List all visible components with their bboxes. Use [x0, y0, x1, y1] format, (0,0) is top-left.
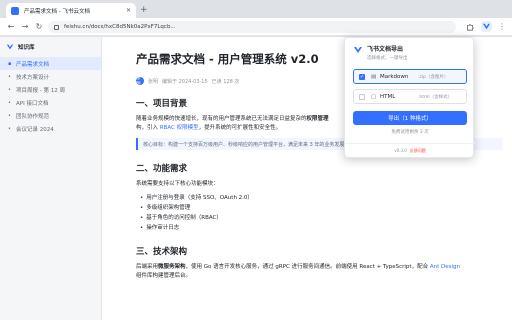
address-bar[interactable]: feishu.cn/docs/hxC8d5Nk0a2PxF7Lqcb... [48, 21, 456, 33]
doc-icon: • [8, 125, 11, 132]
bold-text: 微服务架构 [158, 264, 186, 270]
sidebar-item-label: API 接口文档 [16, 100, 49, 107]
rbac-link[interactable]: RBAC 权限模型 [160, 125, 199, 131]
paragraph-text: ，使用 Go 语言开发核心服务，通过 gRPC 进行服务间通信。前端使用 Rea… [185, 264, 430, 270]
toolbar-actions: ⋮ [464, 21, 506, 32]
paragraph-text: 构，引入 [136, 125, 160, 131]
checkbox-unchecked-icon[interactable] [359, 93, 365, 100]
format-option-markdown[interactable]: ✓ ▤ Markdown .zip（含图片） [353, 69, 467, 84]
version-text: v0.3.0 [394, 148, 407, 153]
section-heading-architecture: 三、技术架构 [136, 247, 188, 257]
sidebar-doc-list: ▪ 产品需求文档 • 技术方案设计 • 项目周报 - 第 12 周 • API 接口文档… [0, 57, 101, 135]
back-icon[interactable]: ← [4, 22, 18, 31]
forward-icon[interactable]: → [18, 22, 32, 31]
knowledge-base-header: 知识库 [0, 37, 101, 51]
export-button[interactable]: 导出（1 种格式） [353, 111, 467, 125]
tab-close-icon[interactable]: ✕ [126, 7, 131, 14]
sidebar-item-team-guide[interactable]: • 团队协作规范 [0, 109, 101, 122]
doc-icon: ▪ [8, 60, 12, 67]
author-avatar: 张明 [136, 76, 144, 87]
doc-icon: • [8, 99, 11, 106]
view-count: 已读 128 次 [211, 78, 240, 85]
edited-time: 编辑于 2024-03-15 [162, 78, 208, 85]
popup-subtitle: 选择格式，一键导出 [367, 56, 408, 61]
sidebar-item-label: 技术方案设计 [16, 74, 50, 81]
list-item: 基于角色的访问控制（RBAC） [136, 213, 502, 223]
format-extension: .html（含样式） [418, 94, 453, 100]
feishu-logo-icon [354, 47, 362, 53]
trial-quota-text: 免费试用剩余 3 次 [391, 130, 429, 135]
sidebar-item-api-docs[interactable]: • API 接口文档 [0, 96, 101, 109]
feature-list: 用户注册与登录（支持 SSO、OAuth 2.0） 多级组织架构管理 基于角色的… [136, 193, 502, 233]
paragraph-text: 组件库构建管理后台。 [136, 273, 192, 279]
format-label: HTML [380, 93, 396, 100]
doc-icon: • [8, 112, 11, 119]
format-label: Markdown [380, 73, 409, 80]
sidebar: 知识库 ▪ 产品需求文档 • 技术方案设计 • 项目周报 - 第 12 周 • API … [0, 37, 102, 320]
bold-text: 权限管理 [306, 116, 329, 122]
export-extension-popup: 飞书文档导出 选择格式，一键导出 ✓ ▤ Markdown .zip（含图片） … [344, 37, 475, 158]
format-extension: .zip（含图片） [418, 74, 449, 80]
sidebar-item-label: 团队协作规范 [16, 113, 50, 120]
markdown-icon: ▤ [371, 73, 377, 80]
sidebar-item-label: 会议记录 2024 [16, 126, 54, 133]
feishu-favicon-icon [11, 6, 19, 15]
section-heading-features: 二、功能需求 [136, 164, 188, 174]
paragraph-architecture: 后端采用微服务架构，使用 Go 语言开发核心服务，通过 gRPC 进行服务间通信… [136, 263, 502, 281]
site-info-icon[interactable] [54, 24, 59, 30]
sidebar-item-weekly-report[interactable]: • 项目周报 - 第 12 周 [0, 83, 101, 96]
popup-footer: v0.3.0 反馈问题 [345, 143, 475, 154]
list-item: 用户注册与登录（支持 SSO、OAuth 2.0） [136, 193, 502, 203]
url-text[interactable]: feishu.cn/docs/hxC8d5Nk0a2PxF7Lqcb... [64, 24, 176, 30]
reload-icon[interactable]: ↻ [32, 22, 46, 31]
author-name[interactable]: 张明 [148, 78, 158, 85]
new-tab-button[interactable]: + [140, 4, 148, 16]
feishu-export-extension-icon[interactable] [481, 21, 492, 32]
paragraph-text: 随着业务规模的快速增长，现有的用户管理系统已无法满足日益复杂的 [136, 116, 307, 122]
callout-text: 核心目标：构建一个支持百万级用户、秒级响应的用户管理平台，满足未来 3 年的业务… [143, 142, 360, 148]
sidebar-item-tech-design[interactable]: • 技术方案设计 [0, 70, 101, 83]
paragraph-text: 后端采用 [136, 264, 159, 270]
sidebar-item-meeting-notes[interactable]: • 会议记录 2024 [0, 122, 101, 135]
sidebar-item-label: 项目周报 - 第 12 周 [16, 87, 65, 94]
browser-menu-icon[interactable]: ⋮ [498, 22, 506, 31]
feishu-logo-icon [6, 44, 14, 50]
tab-title: 产品需求文档 - 飞书云文档 [24, 8, 90, 15]
knowledge-base-title: 知识库 [18, 45, 35, 51]
html-icon: ▢ [371, 93, 377, 100]
tab-strip: 产品需求文档 - 飞书云文档 ✕ + [0, 0, 512, 18]
doc-icon: • [8, 86, 11, 93]
ant-design-link[interactable]: Ant Design [430, 264, 460, 270]
popup-header: 飞书文档导出 选择格式，一键导出 [345, 38, 473, 61]
paragraph-text: ，提升系统的可扩展性和安全性。 [198, 125, 282, 131]
extensions-puzzle-icon[interactable] [464, 21, 475, 32]
format-option-html[interactable]: ▢ HTML .html（含样式） [353, 89, 467, 104]
doc-icon: • [8, 73, 11, 80]
list-item: 多级组织架构管理 [136, 203, 502, 213]
checkbox-checked-icon[interactable]: ✓ [359, 73, 365, 80]
browser-tab[interactable]: 产品需求文档 - 飞书云文档 ✕ [6, 3, 136, 18]
popup-title: 飞书文档导出 [367, 46, 404, 53]
sidebar-item-prd[interactable]: ▪ 产品需求文档 [0, 57, 101, 70]
feedback-link[interactable]: 反馈问题 [410, 148, 426, 153]
browser-toolbar: ← → ↻ feishu.cn/docs/hxC8d5Nk0a2PxF7Lqcb… [0, 18, 512, 36]
list-item: 操作审计日志 [136, 223, 502, 233]
features-intro: 系统需要支持以下核心功能模块： [136, 181, 219, 187]
sidebar-item-label: 产品需求文档 [16, 61, 50, 68]
